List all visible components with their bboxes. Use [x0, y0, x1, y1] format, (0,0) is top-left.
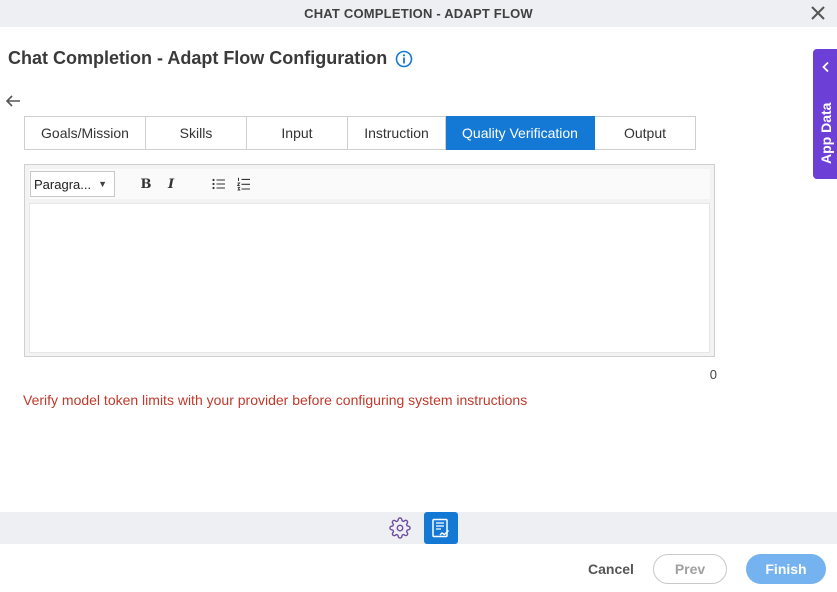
cancel-button[interactable]: Cancel [584, 554, 638, 584]
app-data-panel-toggle[interactable]: App Data [813, 49, 837, 179]
page-title: Chat Completion - Adapt Flow Configurati… [8, 48, 388, 68]
arrow-left-icon[interactable] [4, 92, 22, 110]
window-title: CHAT COMPLETION - ADAPT FLOW [304, 6, 533, 21]
numbered-list-icon [237, 177, 250, 191]
chevron-left-icon [822, 61, 829, 73]
finish-button[interactable]: Finish [746, 554, 826, 584]
bold-button[interactable]: B [135, 173, 157, 195]
bottom-icon-bar [0, 512, 837, 544]
editor-toolbar: Paragra... ▼ B I [29, 169, 710, 199]
paragraph-format-value: Paragra... [34, 176, 92, 192]
tab-instruction[interactable]: Instruction [348, 116, 446, 150]
tab-input[interactable]: Input [247, 116, 348, 150]
info-icon[interactable] [395, 50, 413, 68]
editor-content-area[interactable] [29, 203, 710, 353]
prev-button[interactable]: Prev [653, 554, 727, 584]
bulleted-list-button[interactable] [208, 173, 230, 195]
dialog: CHAT COMPLETION - ADAPT FLOW Chat Comple… [0, 0, 837, 592]
rich-text-editor: Paragra... ▼ B I [24, 164, 715, 357]
close-icon[interactable] [809, 4, 827, 22]
paragraph-format-select[interactable]: Paragra... ▼ [30, 171, 115, 197]
italic-button[interactable]: I [160, 173, 182, 195]
gear-icon[interactable] [389, 517, 411, 539]
numbered-list-button[interactable] [233, 173, 255, 195]
page-header: Chat Completion - Adapt Flow Configurati… [8, 48, 413, 69]
document-button[interactable] [424, 512, 458, 544]
app-data-label: App Data [818, 102, 834, 164]
dropdown-caret-icon: ▼ [98, 179, 107, 189]
tab-skills[interactable]: Skills [146, 116, 247, 150]
character-count: 0 [709, 367, 717, 382]
tab-bar: Goals/Mission Skills Input Instruction Q… [24, 116, 696, 150]
tab-goals-mission[interactable]: Goals/Mission [24, 116, 146, 150]
tab-quality-verification[interactable]: Quality Verification [446, 116, 595, 150]
bulleted-list-icon [212, 178, 225, 190]
document-icon [432, 518, 449, 538]
title-bar: CHAT COMPLETION - ADAPT FLOW [0, 0, 837, 27]
token-limit-warning: Verify model token limits with your prov… [23, 392, 528, 408]
tab-output[interactable]: Output [595, 116, 696, 150]
